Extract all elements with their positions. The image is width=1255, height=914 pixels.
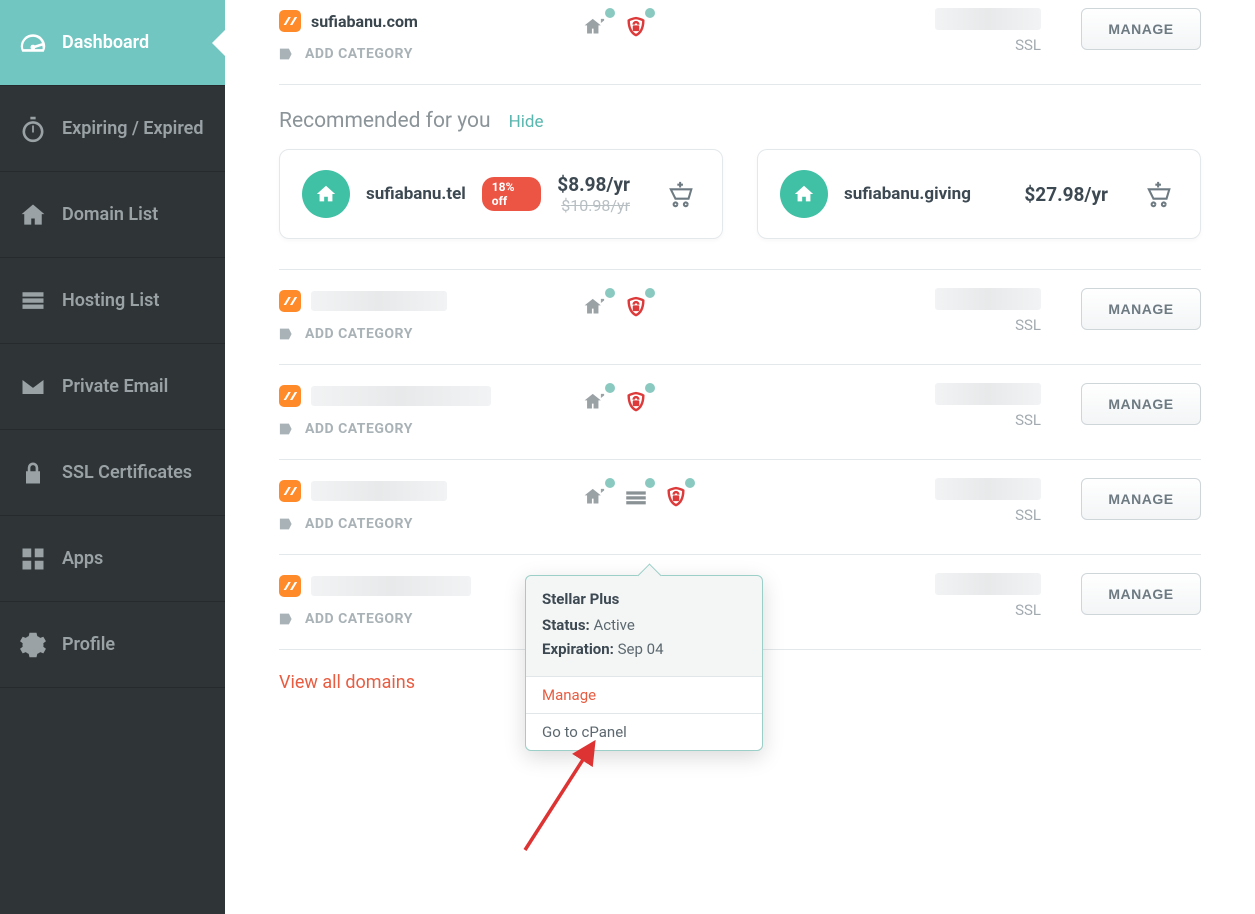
stopwatch-icon bbox=[18, 114, 48, 144]
gear-icon bbox=[18, 630, 48, 660]
sidebar-item-label: SSL Certificates bbox=[62, 462, 192, 483]
sidebar-item-hosting-list[interactable]: Hosting List bbox=[0, 258, 225, 344]
domain-row: ADD CATEGORY SSL MANAGE bbox=[279, 460, 1201, 555]
recommended-grid: sufiabanu.tel 18% off $8.98/yr $10.98/yr… bbox=[279, 149, 1201, 269]
sidebar-item-label: Hosting List bbox=[62, 290, 159, 311]
domain-product-icon[interactable] bbox=[579, 292, 613, 322]
manage-button[interactable]: MANAGE bbox=[1081, 383, 1201, 425]
namecheap-icon bbox=[279, 10, 301, 32]
expiry-cell: SSL bbox=[779, 8, 1081, 54]
sidebar-item-label: Apps bbox=[62, 548, 103, 569]
mail-icon bbox=[18, 372, 48, 402]
popover-manage-link[interactable]: Manage bbox=[526, 676, 762, 713]
domain-product-icon[interactable] bbox=[579, 482, 613, 512]
sidebar-item-label: Profile bbox=[62, 634, 115, 655]
sidebar-item-domain-list[interactable]: Domain List bbox=[0, 172, 225, 258]
redacted-expiry bbox=[935, 383, 1041, 405]
home-icon bbox=[780, 170, 828, 218]
ssl-product-icon[interactable] bbox=[619, 292, 653, 322]
namecheap-icon bbox=[279, 575, 301, 597]
domain-product-icon[interactable] bbox=[579, 12, 613, 42]
domain-row: ADD CATEGORY SSL MANAGE bbox=[279, 365, 1201, 460]
ssl-note: SSL bbox=[1015, 36, 1041, 54]
popover-status: Status: Active bbox=[542, 616, 746, 634]
add-category-link[interactable]: ADD CATEGORY bbox=[279, 46, 579, 62]
recommended-domain[interactable]: sufiabanu.giving bbox=[844, 184, 971, 204]
ssl-note: SSL bbox=[1015, 316, 1041, 334]
manage-button[interactable]: MANAGE bbox=[1081, 478, 1201, 520]
server-icon bbox=[18, 286, 48, 316]
recommended-card: sufiabanu.tel 18% off $8.98/yr $10.98/yr bbox=[279, 149, 723, 239]
home-icon bbox=[302, 170, 350, 218]
discount-badge: 18% off bbox=[482, 177, 542, 211]
manage-button[interactable]: MANAGE bbox=[1081, 288, 1201, 330]
recommended-title: Recommended for you bbox=[279, 109, 491, 133]
products-cell bbox=[579, 8, 779, 42]
apps-icon bbox=[18, 544, 48, 574]
sidebar-item-expiring[interactable]: Expiring / Expired bbox=[0, 86, 225, 172]
namecheap-icon bbox=[279, 385, 301, 407]
domain-name[interactable] bbox=[279, 383, 579, 409]
hosting-popover: Stellar Plus Status: Active Expiration: … bbox=[525, 575, 763, 751]
manage-button[interactable]: MANAGE bbox=[1081, 573, 1201, 615]
products-cell bbox=[579, 383, 779, 417]
popover-cpanel-link[interactable]: Go to cPanel bbox=[526, 713, 762, 750]
domain-name[interactable] bbox=[279, 288, 579, 314]
gauge-icon bbox=[18, 28, 48, 58]
hosting-product-icon[interactable] bbox=[619, 482, 653, 512]
sidebar-item-dashboard[interactable]: Dashboard bbox=[0, 0, 225, 86]
sidebar-item-profile[interactable]: Profile bbox=[0, 602, 225, 688]
add-category-link[interactable]: ADD CATEGORY bbox=[279, 421, 579, 437]
namecheap-icon bbox=[279, 290, 301, 312]
domain-name[interactable]: sufiabanu.com bbox=[279, 8, 579, 34]
home-icon bbox=[18, 200, 48, 230]
sidebar: Dashboard Expiring / Expired Domain List… bbox=[0, 0, 225, 914]
add-to-cart-button[interactable] bbox=[664, 176, 700, 212]
popover-expiration: Expiration: Sep 04 bbox=[542, 640, 746, 658]
sidebar-item-label: Private Email bbox=[62, 376, 168, 397]
namecheap-icon bbox=[279, 480, 301, 502]
recommended-hide-link[interactable]: Hide bbox=[509, 112, 544, 132]
ssl-note: SSL bbox=[1015, 411, 1041, 429]
products-cell bbox=[579, 288, 779, 322]
lock-icon bbox=[18, 458, 48, 488]
domain-name[interactable] bbox=[279, 478, 579, 504]
redacted-expiry bbox=[935, 478, 1041, 500]
add-to-cart-button[interactable] bbox=[1142, 176, 1178, 212]
redacted-domain bbox=[311, 291, 447, 311]
redacted-expiry bbox=[935, 288, 1041, 310]
recommended-price: $8.98/yr $10.98/yr bbox=[557, 173, 630, 215]
recommended-price: $27.98/yr bbox=[1024, 183, 1108, 206]
recommended-heading: Recommended for you Hide bbox=[279, 85, 1201, 149]
redacted-expiry bbox=[935, 8, 1041, 30]
sidebar-item-private-email[interactable]: Private Email bbox=[0, 344, 225, 430]
redacted-expiry bbox=[935, 573, 1041, 595]
sidebar-item-label: Dashboard bbox=[62, 32, 149, 53]
sidebar-item-apps[interactable]: Apps bbox=[0, 516, 225, 602]
domain-row: sufiabanu.com ADD CATEGORY SSL MANAGE bbox=[279, 0, 1201, 85]
main-content: sufiabanu.com ADD CATEGORY SSL MANAGE Re… bbox=[225, 0, 1255, 914]
recommended-domain[interactable]: sufiabanu.tel bbox=[366, 184, 466, 204]
redacted-domain bbox=[311, 576, 471, 596]
sidebar-item-label: Domain List bbox=[62, 204, 158, 225]
sidebar-item-ssl[interactable]: SSL Certificates bbox=[0, 430, 225, 516]
redacted-domain bbox=[311, 481, 447, 501]
domain-name-text: sufiabanu.com bbox=[311, 12, 418, 31]
ssl-product-icon[interactable] bbox=[619, 387, 653, 417]
ssl-note: SSL bbox=[1015, 601, 1041, 619]
ssl-note: SSL bbox=[1015, 506, 1041, 524]
manage-button[interactable]: MANAGE bbox=[1081, 8, 1201, 50]
ssl-product-icon[interactable] bbox=[659, 482, 693, 512]
domain-row: ADD CATEGORY SSL MANAGE bbox=[279, 269, 1201, 365]
ssl-product-icon[interactable] bbox=[619, 12, 653, 42]
add-category-link[interactable]: ADD CATEGORY bbox=[279, 326, 579, 342]
add-category-link[interactable]: ADD CATEGORY bbox=[279, 516, 579, 532]
sidebar-item-label: Expiring / Expired bbox=[62, 118, 204, 139]
popover-title: Stellar Plus bbox=[542, 590, 746, 608]
redacted-domain bbox=[311, 386, 491, 406]
domain-product-icon[interactable] bbox=[579, 387, 613, 417]
recommended-card: sufiabanu.giving $27.98/yr bbox=[757, 149, 1201, 239]
products-cell bbox=[579, 478, 779, 512]
